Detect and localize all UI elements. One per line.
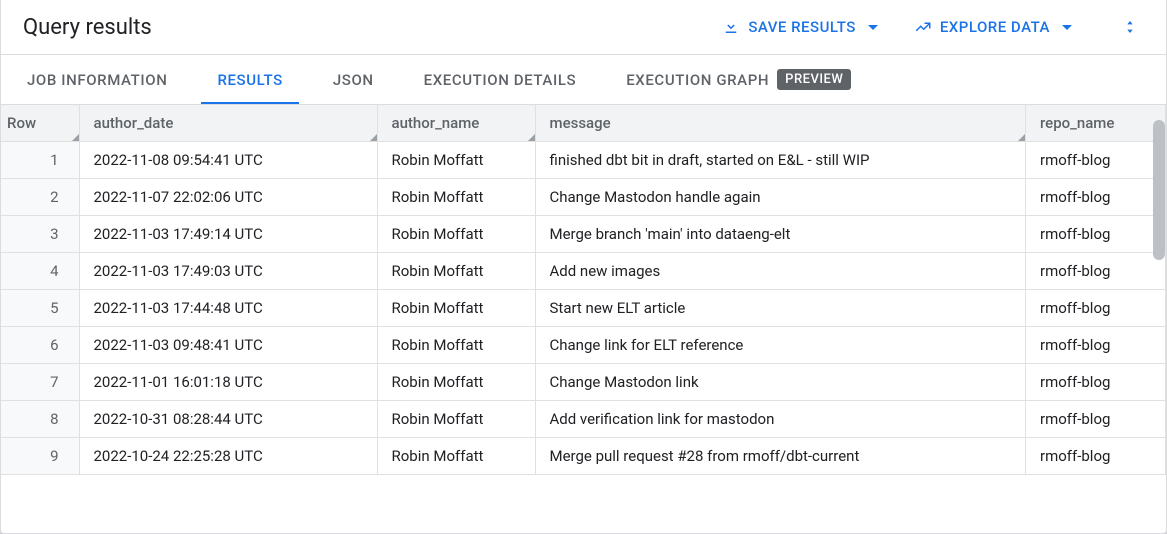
- cell-author-date: 2022-10-31 08:28:44 UTC: [79, 400, 377, 437]
- resize-handle-icon[interactable]: [72, 134, 79, 141]
- cell-message: Merge pull request #28 from rmoff/dbt-cu…: [535, 437, 1026, 474]
- cell-author-date: 2022-11-01 16:01:18 UTC: [79, 363, 377, 400]
- download-icon: [722, 18, 740, 36]
- table-row[interactable]: 92022-10-24 22:25:28 UTCRobin MoffattMer…: [1, 437, 1166, 474]
- table-row[interactable]: 62022-11-03 09:48:41 UTCRobin MoffattCha…: [1, 326, 1166, 363]
- tab-execution-details[interactable]: EXECUTION DETAILS: [408, 55, 593, 104]
- cell-repo-name: rmoff-blog: [1026, 437, 1166, 474]
- cell-repo-name: rmoff-blog: [1026, 289, 1166, 326]
- table-row[interactable]: 22022-11-07 22:02:06 UTCRobin MoffattCha…: [1, 178, 1166, 215]
- cell-message: finished dbt bit in draft, started on E&…: [535, 141, 1026, 178]
- tab-json[interactable]: JSON: [317, 55, 390, 104]
- save-results-label: SAVE RESULTS: [748, 18, 856, 36]
- cell-row-number: 4: [1, 252, 79, 289]
- cell-author-name: Robin Moffatt: [377, 289, 535, 326]
- results-header: Query results SAVE RESULTS EXPLORE DATA: [1, 0, 1166, 54]
- cell-row-number: 7: [1, 363, 79, 400]
- results-tabs: JOB INFORMATION RESULTS JSON EXECUTION D…: [1, 54, 1166, 105]
- cell-author-date: 2022-11-08 09:54:41 UTC: [79, 141, 377, 178]
- cell-author-name: Robin Moffatt: [377, 178, 535, 215]
- table-header-row: Row author_date author_name message: [1, 105, 1166, 141]
- cell-repo-name: rmoff-blog: [1026, 326, 1166, 363]
- table-row[interactable]: 32022-11-03 17:49:14 UTCRobin MoffattMer…: [1, 215, 1166, 252]
- cell-author-date: 2022-11-03 17:44:48 UTC: [79, 289, 377, 326]
- save-results-button[interactable]: SAVE RESULTS: [712, 12, 888, 42]
- cell-author-name: Robin Moffatt: [377, 141, 535, 178]
- cell-author-date: 2022-11-03 09:48:41 UTC: [79, 326, 377, 363]
- cell-author-name: Robin Moffatt: [377, 215, 535, 252]
- resize-handle-icon[interactable]: [528, 134, 535, 141]
- expand-collapse-button[interactable]: [1116, 12, 1144, 42]
- tab-job-information[interactable]: JOB INFORMATION: [11, 55, 183, 104]
- table-row[interactable]: 12022-11-08 09:54:41 UTCRobin Moffattfin…: [1, 141, 1166, 178]
- cell-message: Merge branch 'main' into dataeng-elt: [535, 215, 1026, 252]
- vertical-scrollbar[interactable]: [1153, 120, 1165, 260]
- cell-message: Add new images: [535, 252, 1026, 289]
- cell-row-number: 2: [1, 178, 79, 215]
- results-table: Row author_date author_name message: [1, 105, 1166, 475]
- table-row[interactable]: 72022-11-01 16:01:18 UTCRobin MoffattCha…: [1, 363, 1166, 400]
- cell-repo-name: rmoff-blog: [1026, 400, 1166, 437]
- table-row[interactable]: 82022-10-31 08:28:44 UTCRobin MoffattAdd…: [1, 400, 1166, 437]
- page-title: Query results: [23, 15, 152, 40]
- col-header-author-name[interactable]: author_name: [377, 105, 535, 141]
- explore-data-button[interactable]: EXPLORE DATA: [904, 12, 1082, 42]
- cell-row-number: 6: [1, 326, 79, 363]
- cell-row-number: 3: [1, 215, 79, 252]
- cell-message: Change link for ELT reference: [535, 326, 1026, 363]
- cell-message: Change Mastodon link: [535, 363, 1026, 400]
- cell-repo-name: rmoff-blog: [1026, 363, 1166, 400]
- cell-row-number: 8: [1, 400, 79, 437]
- caret-down-icon: [1062, 25, 1072, 30]
- col-header-author-date[interactable]: author_date: [79, 105, 377, 141]
- col-header-message[interactable]: message: [535, 105, 1026, 141]
- cell-message: Change Mastodon handle again: [535, 178, 1026, 215]
- cell-author-name: Robin Moffatt: [377, 326, 535, 363]
- cell-row-number: 9: [1, 437, 79, 474]
- table-row[interactable]: 42022-11-03 17:49:03 UTCRobin MoffattAdd…: [1, 252, 1166, 289]
- cell-author-date: 2022-11-07 22:02:06 UTC: [79, 178, 377, 215]
- cell-author-name: Robin Moffatt: [377, 252, 535, 289]
- cell-repo-name: rmoff-blog: [1026, 215, 1166, 252]
- cell-author-name: Robin Moffatt: [377, 363, 535, 400]
- cell-author-name: Robin Moffatt: [377, 437, 535, 474]
- cell-message: Start new ELT article: [535, 289, 1026, 326]
- cell-author-name: Robin Moffatt: [377, 400, 535, 437]
- cell-repo-name: rmoff-blog: [1026, 252, 1166, 289]
- cell-repo-name: rmoff-blog: [1026, 178, 1166, 215]
- cell-row-number: 5: [1, 289, 79, 326]
- cell-author-date: 2022-10-24 22:25:28 UTC: [79, 437, 377, 474]
- resize-handle-icon[interactable]: [370, 134, 377, 141]
- cell-repo-name: rmoff-blog: [1026, 141, 1166, 178]
- tab-results[interactable]: RESULTS: [201, 55, 298, 104]
- chart-icon: [914, 18, 932, 36]
- col-header-row[interactable]: Row: [1, 105, 79, 141]
- cell-row-number: 1: [1, 141, 79, 178]
- cell-author-date: 2022-11-03 17:49:14 UTC: [79, 215, 377, 252]
- resize-handle-icon[interactable]: [1018, 134, 1025, 141]
- col-header-repo-name[interactable]: repo_name: [1026, 105, 1166, 141]
- explore-data-label: EXPLORE DATA: [940, 18, 1050, 36]
- cell-author-date: 2022-11-03 17:49:03 UTC: [79, 252, 377, 289]
- results-table-wrap: Row author_date author_name message: [1, 105, 1166, 533]
- tab-execution-graph[interactable]: EXECUTION GRAPH PREVIEW: [610, 55, 867, 104]
- caret-down-icon: [868, 25, 878, 30]
- table-row[interactable]: 52022-11-03 17:44:48 UTCRobin MoffattSta…: [1, 289, 1166, 326]
- preview-badge: PREVIEW: [777, 69, 851, 90]
- cell-message: Add verification link for mastodon: [535, 400, 1026, 437]
